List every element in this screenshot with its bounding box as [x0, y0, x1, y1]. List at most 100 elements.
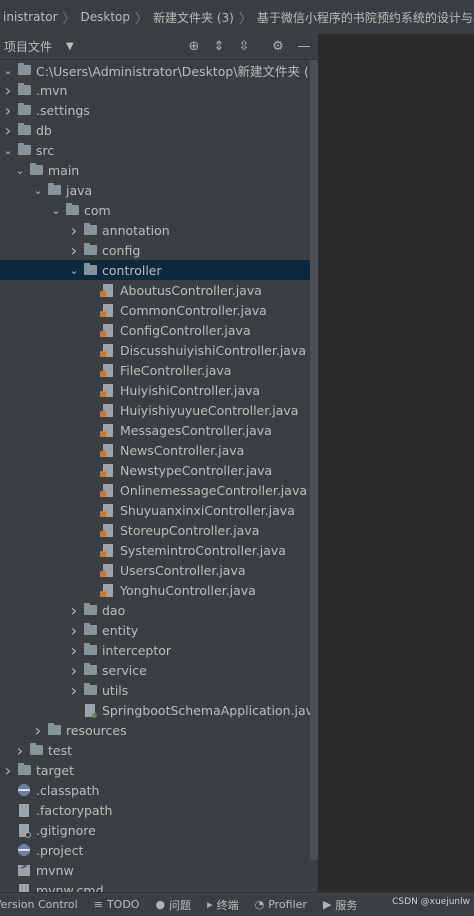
tool-window-button[interactable]: ◔ Profiler	[255, 898, 307, 911]
tree-node[interactable]: DiscusshuiyishiController.java	[0, 340, 310, 360]
java-class-icon	[100, 283, 116, 297]
chevron-right-icon[interactable]: ›	[66, 681, 82, 700]
eclipse-project-icon	[16, 843, 32, 857]
tree-node[interactable]: MessagesController.java	[0, 420, 310, 440]
gear-icon[interactable]: ⚙	[270, 38, 286, 54]
tree-node[interactable]: mvnw.cmd	[0, 880, 310, 892]
chevron-right-icon[interactable]: ›	[0, 81, 16, 100]
chevron-right-icon[interactable]: ›	[12, 741, 28, 760]
tool-window-button[interactable]: ▶ 服务	[323, 897, 357, 913]
tree-node[interactable]: ⌄ controller	[0, 260, 310, 280]
chevron-right-icon[interactable]: ›	[0, 101, 16, 120]
chevron-right-icon[interactable]: ›	[66, 241, 82, 260]
tool-window-icon: ≡	[93, 898, 103, 911]
tree-node[interactable]: ⌄ java	[0, 180, 310, 200]
tree-node[interactable]: › annotation	[0, 220, 310, 240]
tree-node-label: OnlinemessageController.java	[120, 482, 307, 498]
tree-node[interactable]: CommonController.java	[0, 300, 310, 320]
folder-icon	[82, 603, 98, 617]
chevron-down-icon[interactable]: ⌄	[0, 144, 16, 157]
tree-node[interactable]: ⌄ src	[0, 140, 310, 160]
tree-node-label: annotation	[102, 222, 170, 238]
expand-all-icon[interactable]: ⇕	[211, 38, 227, 54]
tree-node[interactable]: › .mvn	[0, 80, 310, 100]
tree-node[interactable]: HuiyishiController.java	[0, 380, 310, 400]
tree-node[interactable]: mvnw	[0, 860, 310, 880]
tool-window-button[interactable]: ▸ 终端	[207, 897, 239, 913]
tree-node[interactable]: › target	[0, 760, 310, 780]
tree-node-label: .settings	[36, 102, 90, 118]
java-class-icon	[100, 423, 116, 437]
tree-node[interactable]: ConfigController.java	[0, 320, 310, 340]
collapse-all-icon[interactable]: ⇳	[236, 38, 252, 54]
chevron-right-icon[interactable]: ›	[30, 721, 46, 740]
tree-node[interactable]: NewstypeController.java	[0, 460, 310, 480]
tree-node[interactable]: YonghuController.java	[0, 580, 310, 600]
tree-node[interactable]: › service	[0, 660, 310, 680]
java-class-icon	[100, 503, 116, 517]
tool-window-button[interactable]: Version Control	[0, 898, 78, 911]
chevron-right-icon[interactable]: ›	[66, 661, 82, 680]
tree-node[interactable]: › utils	[0, 680, 310, 700]
tree-node[interactable]: StoreupController.java	[0, 520, 310, 540]
target-icon[interactable]: ⊕	[186, 38, 202, 54]
tree-node[interactable]: › interceptor	[0, 640, 310, 660]
project-tree[interactable]: ⌄ C:\Users\Administrator\Desktop\新建文件夹 (3…	[0, 60, 310, 892]
tree-node[interactable]: NewsController.java	[0, 440, 310, 460]
minimize-icon[interactable]: —	[296, 38, 312, 54]
tree-node[interactable]: ShuyuanxinxiController.java	[0, 500, 310, 520]
tree-node[interactable]: ⌄ com	[0, 200, 310, 220]
chevron-right-icon[interactable]: ›	[0, 761, 16, 780]
tree-node[interactable]: ⌄ C:\Users\Administrator\Desktop\新建文件夹 (3…	[0, 60, 310, 80]
tree-node[interactable]: .project	[0, 840, 310, 860]
project-view-title[interactable]: 项目文件	[4, 38, 52, 55]
chevron-down-icon[interactable]: ⌄	[66, 264, 82, 277]
folder-icon	[82, 663, 98, 677]
tree-node[interactable]: FileController.java	[0, 360, 310, 380]
tree-node[interactable]: › entity	[0, 620, 310, 640]
chevron-right-icon[interactable]: ›	[66, 621, 82, 640]
chevron-right-icon[interactable]: ›	[66, 641, 82, 660]
chevron-right-icon[interactable]: ›	[66, 221, 82, 240]
tree-node[interactable]: .classpath	[0, 780, 310, 800]
chevron-down-icon[interactable]: ⌄	[48, 204, 64, 217]
chevron-down-icon[interactable]: ⌄	[12, 164, 28, 177]
breadcrumb-item[interactable]: 新建文件夹 (3)	[150, 9, 237, 26]
tree-node-label: test	[48, 742, 73, 758]
tree-node[interactable]: ⌄ main	[0, 160, 310, 180]
tree-node[interactable]: OnlinemessageController.java	[0, 480, 310, 500]
folder-icon	[16, 63, 32, 77]
editor-area[interactable]	[318, 34, 474, 892]
tree-node[interactable]: › config	[0, 240, 310, 260]
tool-window-button[interactable]: ● 问题	[155, 897, 191, 913]
tree-node[interactable]: SpringbootSchemaApplication.java	[0, 700, 310, 720]
tree-node[interactable]: .factorypath	[0, 800, 310, 820]
tool-window-label: 问题	[169, 898, 192, 912]
tree-node-label: mvnw	[36, 862, 74, 878]
tree-node[interactable]: › test	[0, 740, 310, 760]
tree-node[interactable]: UsersController.java	[0, 560, 310, 580]
tree-node-label: .project	[36, 842, 84, 858]
breadcrumb-item[interactable]: 基于微信小程序的书院预约系统的设计与实现(	[254, 9, 474, 26]
chevron-down-icon[interactable]: ⌄	[30, 184, 46, 197]
java-class-icon	[100, 323, 116, 337]
tree-scrollbar[interactable]	[310, 60, 318, 860]
chevron-down-icon[interactable]: ⌄	[0, 64, 16, 77]
tree-node[interactable]: HuiyishiyuyueController.java	[0, 400, 310, 420]
tree-node[interactable]: › resources	[0, 720, 310, 740]
chevron-right-icon[interactable]: ›	[0, 121, 16, 140]
breadcrumb-item[interactable]: Desktop	[78, 10, 134, 24]
tree-node[interactable]: AboutusController.java	[0, 280, 310, 300]
tree-node[interactable]: .gitignore	[0, 820, 310, 840]
tool-window-button[interactable]: ≡ TODO	[94, 898, 140, 911]
tree-node[interactable]: SystemintroController.java	[0, 540, 310, 560]
tree-node[interactable]: › .settings	[0, 100, 310, 120]
tree-node[interactable]: › dao	[0, 600, 310, 620]
tree-node[interactable]: › db	[0, 120, 310, 140]
breadcrumb-item[interactable]: inistrator	[0, 10, 61, 24]
chevron-right-icon[interactable]: ›	[66, 601, 82, 620]
chevron-down-icon[interactable]: ▼	[66, 41, 74, 52]
breadcrumb-separator-icon: 〉	[135, 11, 149, 27]
folder-icon	[46, 723, 62, 737]
folder-icon	[82, 623, 98, 637]
